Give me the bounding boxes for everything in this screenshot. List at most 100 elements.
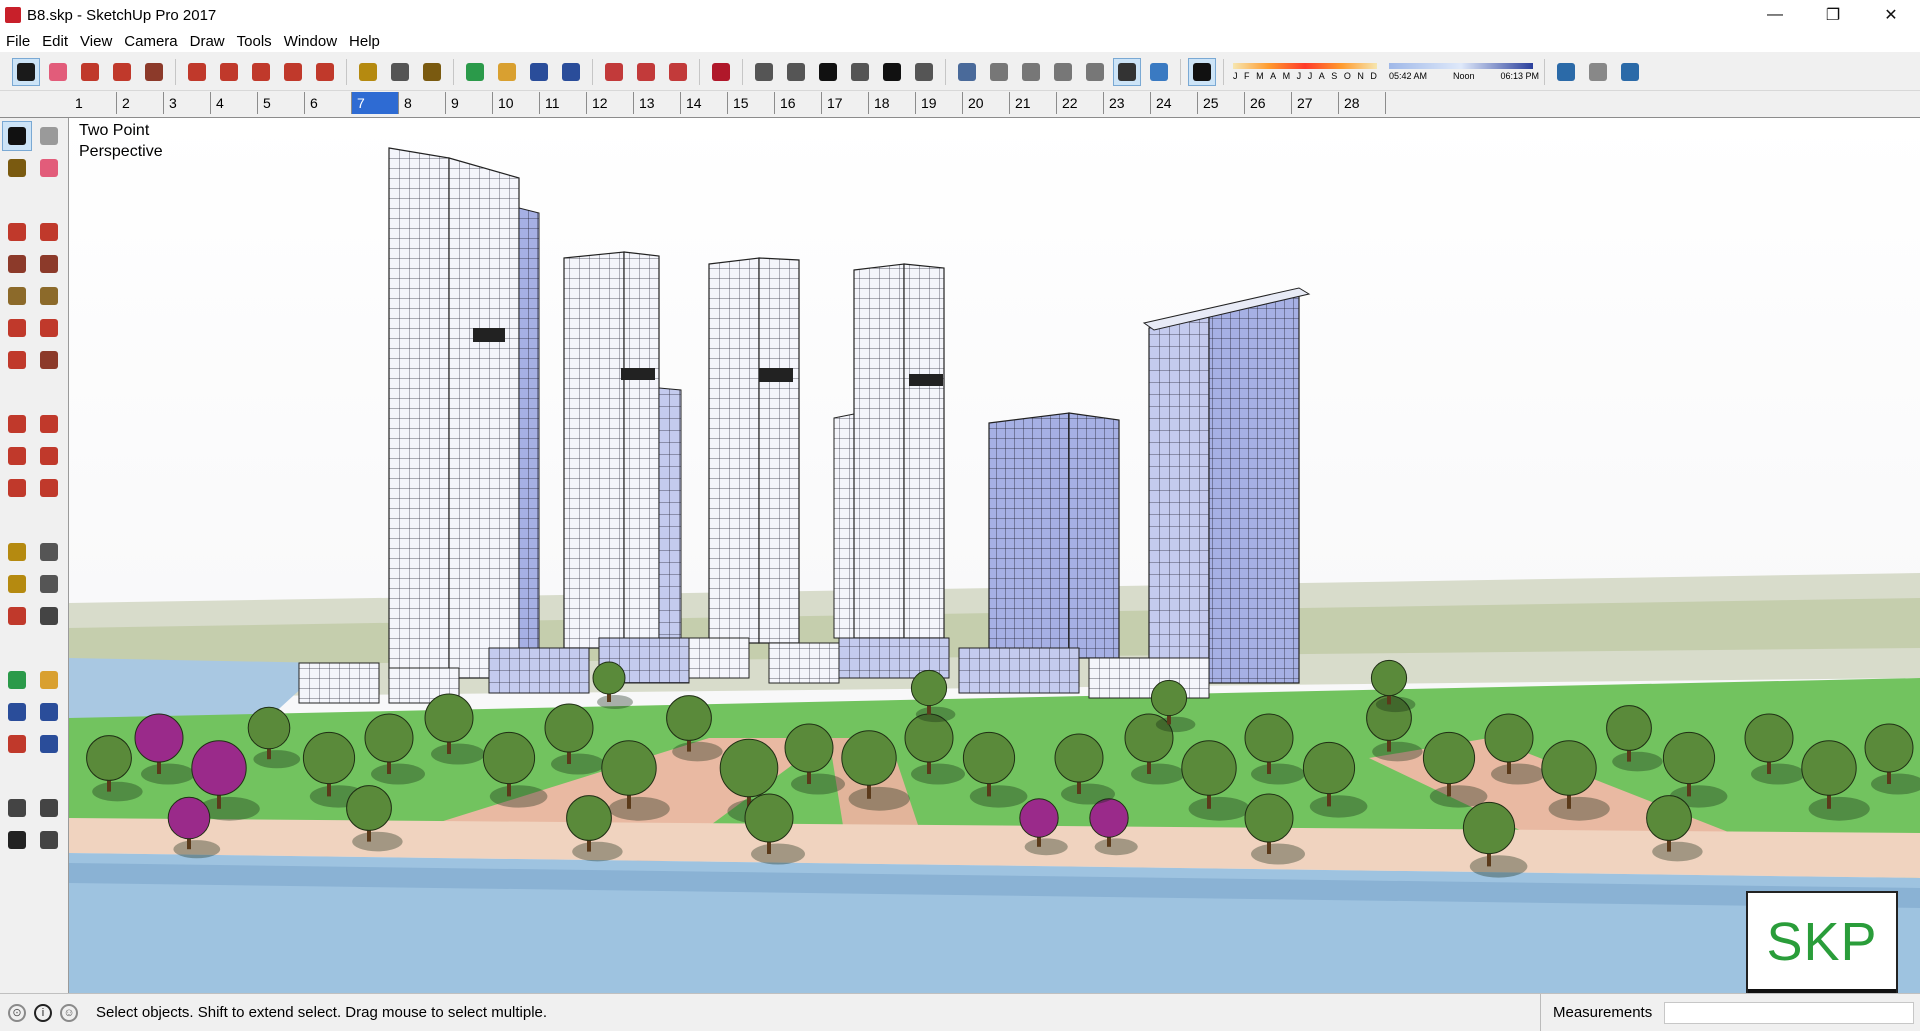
photo-texture-button[interactable] xyxy=(1584,58,1612,86)
scene-tab-16[interactable]: 16 xyxy=(775,92,822,114)
eraser-button[interactable] xyxy=(44,58,72,86)
text-button[interactable] xyxy=(386,58,414,86)
scene-tab-27[interactable]: 27 xyxy=(1292,92,1339,114)
scene-tab-17[interactable]: 17 xyxy=(822,92,869,114)
previous-view-tool-button[interactable] xyxy=(34,729,64,759)
month-slider-track[interactable] xyxy=(1233,63,1377,69)
tape-measure-button[interactable] xyxy=(354,58,382,86)
scene-tab-14[interactable]: 14 xyxy=(681,92,728,114)
add-location-button[interactable] xyxy=(1616,58,1644,86)
restore-button[interactable]: ❐ xyxy=(1804,0,1862,30)
scene-tab-4[interactable]: 4 xyxy=(211,92,258,114)
scale-button[interactable] xyxy=(311,58,339,86)
scene-tab-23[interactable]: 23 xyxy=(1104,92,1151,114)
menu-edit[interactable]: Edit xyxy=(36,33,74,50)
menu-camera[interactable]: Camera xyxy=(118,33,183,50)
section-plane-tool-button[interactable] xyxy=(34,825,64,855)
tape-measure-tool-button[interactable] xyxy=(2,537,32,567)
left-view-button[interactable] xyxy=(910,58,938,86)
pan-tool-button[interactable] xyxy=(34,665,64,695)
month-slider[interactable]: JFMAMJJASOND xyxy=(1233,63,1377,81)
rotate-tool-button[interactable] xyxy=(2,441,32,471)
pie-tool-button[interactable] xyxy=(34,345,64,375)
extension-warehouse-button[interactable] xyxy=(632,58,660,86)
model-viewport[interactable]: Two Point Perspective SKP xyxy=(69,118,1920,993)
geo-location-button[interactable] xyxy=(1552,58,1580,86)
geo-location-status-icon[interactable]: ⊙ xyxy=(8,1003,26,1022)
scale-tool-button[interactable] xyxy=(2,473,32,503)
scene-tab-9[interactable]: 9 xyxy=(446,92,493,114)
rectangle-button[interactable] xyxy=(140,58,168,86)
scene-tab-13[interactable]: 13 xyxy=(634,92,681,114)
text-tool-button[interactable] xyxy=(34,569,64,599)
scene-tab-25[interactable]: 25 xyxy=(1198,92,1245,114)
zoom-tool-button[interactable] xyxy=(2,697,32,727)
layout-button[interactable] xyxy=(664,58,692,86)
select-button[interactable] xyxy=(12,58,40,86)
follow-me-tool-button[interactable] xyxy=(34,441,64,471)
arc-button[interactable] xyxy=(108,58,136,86)
scene-tab-11[interactable]: 11 xyxy=(540,92,587,114)
push-pull-tool-button[interactable] xyxy=(34,409,64,439)
scene-tab-10[interactable]: 10 xyxy=(493,92,540,114)
scene-tab-22[interactable]: 22 xyxy=(1057,92,1104,114)
dimension-tool-button[interactable] xyxy=(34,537,64,567)
shaded-button[interactable] xyxy=(1081,58,1109,86)
follow-me-button[interactable] xyxy=(215,58,243,86)
two-point-arc-tool-button[interactable] xyxy=(34,313,64,343)
select-tool-button[interactable] xyxy=(2,121,32,151)
minimize-button[interactable]: — xyxy=(1746,0,1804,30)
scene-tab-6[interactable]: 6 xyxy=(305,92,352,114)
arc-tool-button[interactable] xyxy=(2,313,32,343)
circle-tool-button[interactable] xyxy=(2,281,32,311)
scene-tab-28[interactable]: 28 xyxy=(1339,92,1386,114)
warehouse-button[interactable] xyxy=(600,58,628,86)
position-camera-tool-button[interactable] xyxy=(2,793,32,823)
eraser-tool-button[interactable] xyxy=(34,153,64,183)
paint-bucket-tool-button[interactable] xyxy=(2,153,32,183)
iso-view-button[interactable] xyxy=(750,58,778,86)
scene-tab-5[interactable]: 5 xyxy=(258,92,305,114)
make-component-button[interactable] xyxy=(34,121,64,151)
scene-tab-3[interactable]: 3 xyxy=(164,92,211,114)
menu-view[interactable]: View xyxy=(74,33,118,50)
credits-status-icon[interactable]: i xyxy=(34,1003,52,1022)
top-view-button[interactable] xyxy=(782,58,810,86)
move-button[interactable] xyxy=(247,58,275,86)
monochrome-button[interactable] xyxy=(1145,58,1173,86)
line-tool-button[interactable] xyxy=(2,217,32,247)
paint-bucket-button[interactable] xyxy=(418,58,446,86)
scene-tab-18[interactable]: 18 xyxy=(869,92,916,114)
axes-tool-button[interactable] xyxy=(2,601,32,631)
menu-file[interactable]: File xyxy=(0,33,36,50)
scene-tab-12[interactable]: 12 xyxy=(587,92,634,114)
move-tool-button[interactable] xyxy=(2,409,32,439)
scene-tab-7[interactable]: 7 xyxy=(352,92,399,114)
scene-tab-19[interactable]: 19 xyxy=(916,92,963,114)
scene-tab-20[interactable]: 20 xyxy=(963,92,1010,114)
scene-tab-21[interactable]: 21 xyxy=(1010,92,1057,114)
scene-tab-15[interactable]: 15 xyxy=(728,92,775,114)
right-view-button[interactable] xyxy=(846,58,874,86)
rotated-rectangle-tool-button[interactable] xyxy=(34,249,64,279)
look-around-tool-button[interactable] xyxy=(34,793,64,823)
rectangle-tool-button[interactable] xyxy=(2,249,32,279)
back-edges-button[interactable] xyxy=(985,58,1013,86)
scene-tab-26[interactable]: 26 xyxy=(1245,92,1292,114)
wireframe-button[interactable] xyxy=(1017,58,1045,86)
time-slider[interactable]: 05:42 AM Noon 06:13 PM xyxy=(1389,63,1539,81)
freehand-tool-button[interactable] xyxy=(34,217,64,247)
push-pull-button[interactable] xyxy=(183,58,211,86)
scene-tab-2[interactable]: 2 xyxy=(117,92,164,114)
zoom-extents-tool-button[interactable] xyxy=(2,729,32,759)
polygon-tool-button[interactable] xyxy=(34,281,64,311)
orbit-tool-button[interactable] xyxy=(2,665,32,695)
pan-button[interactable] xyxy=(493,58,521,86)
back-view-button[interactable] xyxy=(878,58,906,86)
3d-text-tool-button[interactable] xyxy=(34,601,64,631)
menu-draw[interactable]: Draw xyxy=(184,33,231,50)
rotate-button[interactable] xyxy=(279,58,307,86)
shaded-textures-button[interactable] xyxy=(1113,58,1141,86)
pencil-button[interactable] xyxy=(76,58,104,86)
hidden-line-button[interactable] xyxy=(1049,58,1077,86)
